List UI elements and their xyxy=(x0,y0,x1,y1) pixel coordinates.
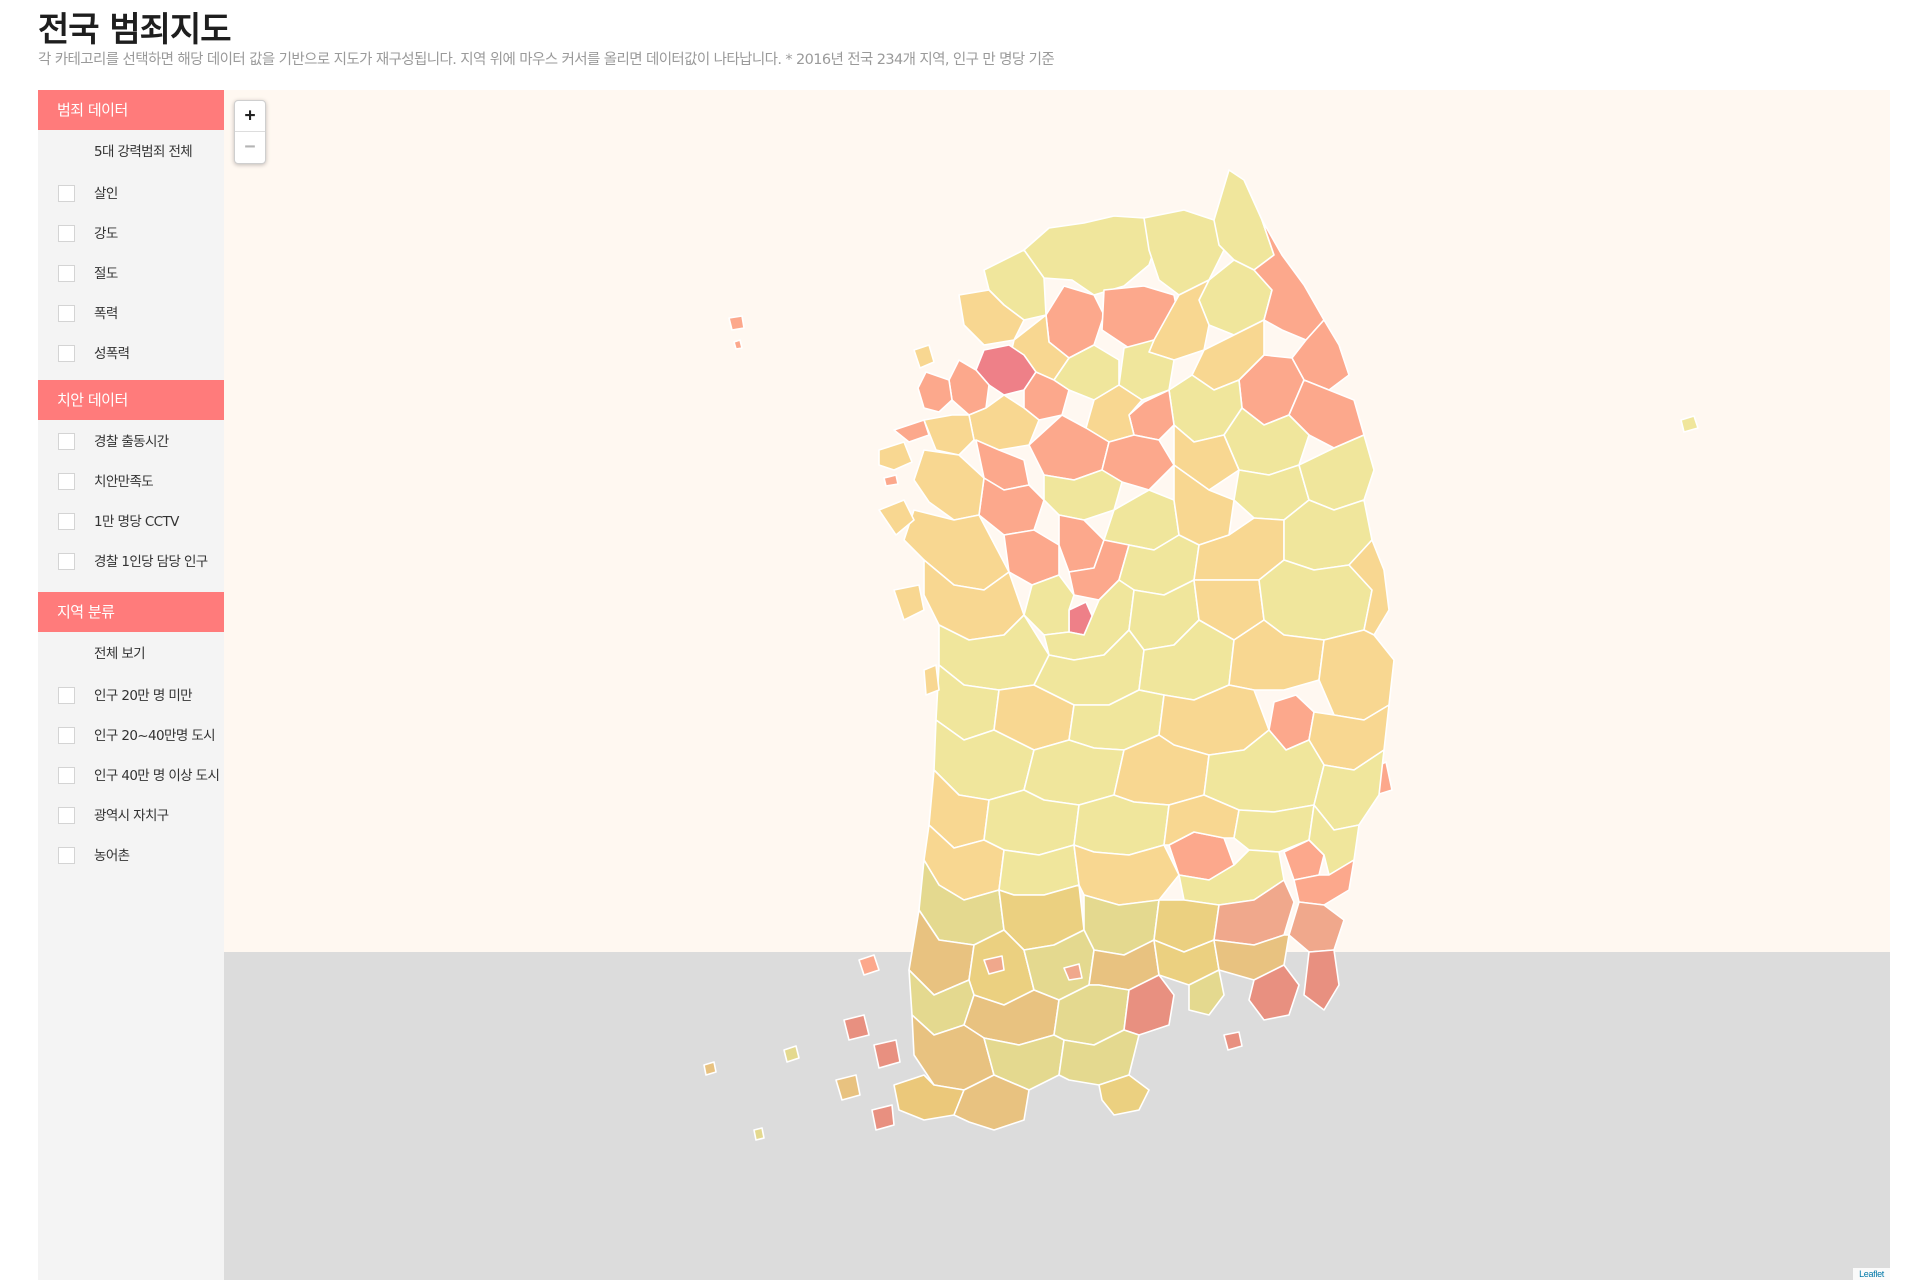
island[interactable] xyxy=(873,1039,901,1069)
filter-label: 절도 xyxy=(94,266,118,282)
filter-region-all[interactable]: 전체 보기 xyxy=(38,632,224,676)
crime-map[interactable]: + − Leaflet xyxy=(224,90,1890,1280)
page-title: 전국 범죄지도 xyxy=(38,10,232,50)
island[interactable] xyxy=(923,664,940,696)
filter-pop-200k-400k[interactable]: 인구 20~40만명 도시 xyxy=(38,716,224,756)
leaflet-attribution-link[interactable]: Leaflet xyxy=(1853,1268,1890,1280)
filter-label: 1만 명당 CCTV xyxy=(94,514,179,530)
filter-metro-districts[interactable]: 광역시 자치구 xyxy=(38,796,224,836)
crime-data-header: 범죄 데이터 xyxy=(38,90,224,130)
island[interactable] xyxy=(1223,1031,1243,1051)
region-polygon[interactable] xyxy=(1023,739,1125,806)
zoom-out-button[interactable]: − xyxy=(235,131,265,162)
filter-violence[interactable]: 폭력 xyxy=(38,294,224,334)
filter-label: 농어촌 xyxy=(94,848,130,864)
island[interactable] xyxy=(871,1104,895,1131)
zoom-in-button[interactable]: + xyxy=(235,101,265,131)
island[interactable] xyxy=(728,315,745,331)
filter-label: 폭력 xyxy=(94,306,118,322)
map-canvas[interactable] xyxy=(224,90,1890,1280)
checkbox[interactable] xyxy=(58,687,75,704)
filter-label: 살인 xyxy=(94,186,118,202)
filter-pop-over-400k[interactable]: 인구 40만 명 이상 도시 xyxy=(38,756,224,796)
checkbox[interactable] xyxy=(58,473,75,490)
filter-population-per-officer[interactable]: 경찰 1인당 담당 인구 xyxy=(38,542,224,582)
filter-sexual-violence[interactable]: 성폭력 xyxy=(38,334,224,374)
safety-data-header: 치안 데이터 xyxy=(38,380,224,420)
checkbox[interactable] xyxy=(58,305,75,322)
filter-label: 인구 20~40만명 도시 xyxy=(94,728,216,744)
region-class-header: 지역 분류 xyxy=(38,592,224,632)
page-subtitle: 각 카테고리를 선택하면 해당 데이터 값을 기반으로 지도가 재구성됩니다. … xyxy=(38,52,1055,68)
checkbox[interactable] xyxy=(58,513,75,530)
zoom-control: + − xyxy=(234,100,266,164)
checkbox[interactable] xyxy=(58,265,75,282)
filter-label: 인구 20만 명 미만 xyxy=(94,688,193,704)
filter-safety-satisfaction[interactable]: 치안만족도 xyxy=(38,462,224,502)
filter-murder[interactable]: 살인 xyxy=(38,174,224,214)
filter-label: 인구 40만 명 이상 도시 xyxy=(94,768,220,784)
island[interactable] xyxy=(843,1014,870,1041)
sidebar: 범죄 데이터 5대 강력범죄 전체 살인 강도 절도 폭력 성폭력 치안 데이터… xyxy=(38,90,224,1280)
checkbox[interactable] xyxy=(58,847,75,864)
checkbox[interactable] xyxy=(58,807,75,824)
filter-label: 경찰 1인당 담당 인구 xyxy=(94,554,208,570)
checkbox[interactable] xyxy=(58,727,75,744)
filter-label: 경찰 출동시간 xyxy=(94,434,169,450)
island[interactable] xyxy=(703,1061,717,1076)
island[interactable] xyxy=(733,339,743,350)
checkbox[interactable] xyxy=(58,185,75,202)
filter-label: 성폭력 xyxy=(94,346,130,362)
checkbox[interactable] xyxy=(58,345,75,362)
filter-crime-all[interactable]: 5대 강력범죄 전체 xyxy=(38,130,224,174)
region-polygon[interactable] xyxy=(1073,794,1170,856)
filter-theft[interactable]: 절도 xyxy=(38,254,224,294)
filter-cctv-per-10k[interactable]: 1만 명당 CCTV xyxy=(38,502,224,542)
filter-robbery[interactable]: 강도 xyxy=(38,214,224,254)
filter-police-response-time[interactable]: 경찰 출동시간 xyxy=(38,422,224,462)
checkbox[interactable] xyxy=(58,433,75,450)
filter-label: 광역시 자치구 xyxy=(94,808,169,824)
checkbox[interactable] xyxy=(58,553,75,570)
checkbox[interactable] xyxy=(58,225,75,242)
filter-label: 강도 xyxy=(94,226,118,242)
island[interactable] xyxy=(753,1127,765,1141)
filter-label: 치안만족도 xyxy=(94,474,154,490)
checkbox[interactable] xyxy=(58,767,75,784)
filter-pop-under-200k[interactable]: 인구 20만 명 미만 xyxy=(38,676,224,716)
filter-rural[interactable]: 농어촌 xyxy=(38,836,224,876)
